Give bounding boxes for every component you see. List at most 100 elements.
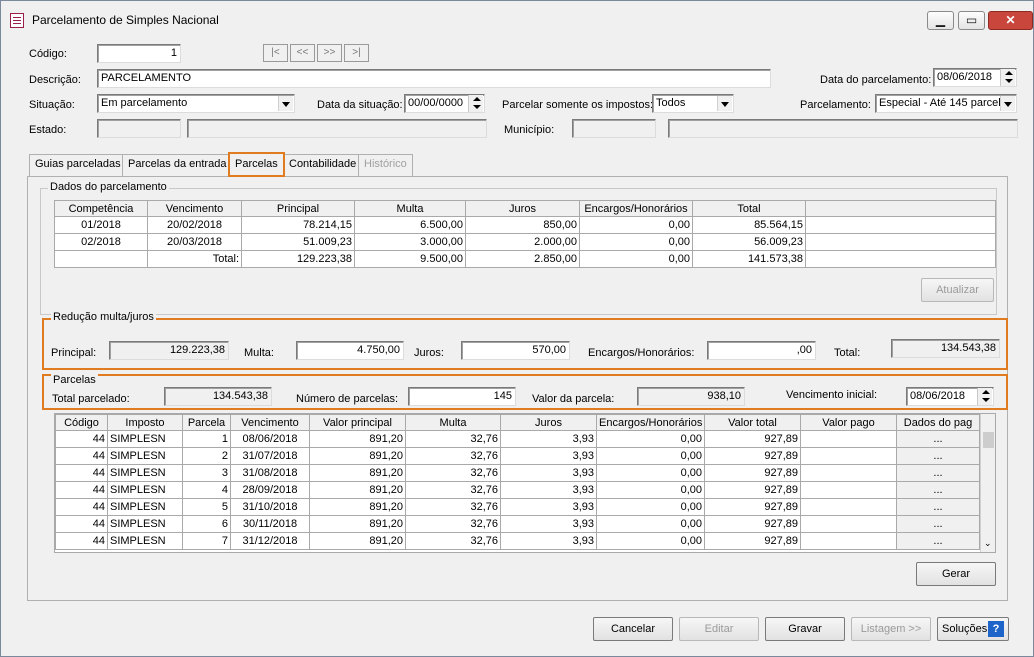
- date-spinner[interactable]: [468, 95, 483, 112]
- editar-button[interactable]: Editar: [679, 617, 759, 641]
- total-parcelado-field[interactable]: 134.543,38: [164, 387, 272, 406]
- tab-guias-parceladas[interactable]: Guias parceladas: [29, 154, 127, 176]
- municipio-label: Município:: [504, 124, 555, 136]
- chevron-down-icon[interactable]: [278, 96, 293, 111]
- valor-parcela-field[interactable]: 938,10: [637, 387, 745, 406]
- cancelar-button[interactable]: Cancelar: [593, 617, 673, 641]
- date-spinner[interactable]: [977, 388, 992, 405]
- table-cell[interactable]: 0,00: [579, 233, 693, 251]
- nav-prev-button[interactable]: <<: [290, 44, 315, 62]
- column-header: Juros: [465, 200, 580, 217]
- parcelamento-select[interactable]: Especial - Até 145 parcel: [875, 94, 1017, 113]
- tab-parcelas[interactable]: Parcelas: [228, 152, 285, 177]
- table-cell: 32,76: [405, 515, 501, 533]
- table-cell: 0,00: [596, 532, 705, 550]
- table-cell: 3,93: [500, 481, 597, 499]
- tab-contabilidade[interactable]: Contabilidade: [283, 154, 363, 176]
- table-cell[interactable]: 6.500,00: [354, 216, 466, 234]
- data-situacao-field[interactable]: 00/00/0000: [404, 94, 485, 113]
- column-header: Encargos/Honorários: [596, 414, 705, 431]
- table-cell: 44: [55, 532, 108, 550]
- table-cell: [800, 532, 897, 550]
- data-parcelamento-label: Data do parcelamento:: [820, 74, 932, 86]
- municipio-field[interactable]: [572, 119, 656, 138]
- municipio-nome-field[interactable]: [668, 119, 1018, 138]
- valor-parcela-label: Valor da parcela:: [532, 393, 615, 405]
- table-cell: 0,00: [596, 464, 705, 482]
- date-spinner[interactable]: [1000, 69, 1015, 86]
- table-row[interactable]: 44 SIMPLESN 4 28/09/2018 891,20 32,76 3,93 0,00…: [55, 481, 980, 499]
- codigo-field[interactable]: 1: [97, 44, 181, 63]
- table-row[interactable]: 44 SIMPLESN 7 31/12/2018 891,20 32,76 3,93 0,00…: [55, 532, 980, 550]
- data-parcelamento-field[interactable]: 08/06/2018: [933, 68, 1017, 87]
- table-row[interactable]: 44 SIMPLESN 5 31/10/2018 891,20 32,76 3,93 0,00…: [55, 498, 980, 516]
- estado-field[interactable]: [97, 119, 181, 138]
- nav-next-button[interactable]: >>: [317, 44, 342, 62]
- table-cell: 891,20: [309, 515, 406, 533]
- table-cell[interactable]: 0,00: [579, 216, 693, 234]
- chevron-down-icon[interactable]: ⌄: [984, 538, 992, 549]
- situacao-select[interactable]: Em parcelamento: [97, 94, 295, 113]
- table-row[interactable]: 44 SIMPLESN 6 30/11/2018 891,20 32,76 3,93 0,00…: [55, 515, 980, 533]
- table-row[interactable]: 44 SIMPLESN 3 31/08/2018 891,20 32,76 3,93 0,00…: [55, 464, 980, 482]
- reducao-principal-field[interactable]: 129.223,38: [109, 341, 229, 360]
- close-button[interactable]: ✕: [988, 11, 1033, 30]
- table-cell: 32,76: [405, 498, 501, 516]
- dados-pagamento-button[interactable]: ...: [896, 430, 980, 448]
- dados-parcelamento-table: Competência Vencimento Principal Multa Juros…: [54, 200, 996, 268]
- table-cell[interactable]: 2.000,00: [465, 233, 580, 251]
- table-cell[interactable]: 850,00: [465, 216, 580, 234]
- table-row: 01/2018 20/02/2018 78.214,15 6.500,00 850,00…: [54, 216, 996, 234]
- reducao-total-field[interactable]: 134.543,38: [891, 339, 1000, 358]
- nav-last-button[interactable]: >|: [344, 44, 369, 62]
- table-cell: 44: [55, 515, 108, 533]
- table-cell[interactable]: 3.000,00: [354, 233, 466, 251]
- situacao-value: Em parcelamento: [101, 97, 188, 109]
- dados-pagamento-button[interactable]: ...: [896, 515, 980, 533]
- title-bar: Parcelamento de Simples Nacional ▁ ▭ ✕: [1, 1, 1033, 37]
- table-row[interactable]: 44 SIMPLESN 1 08/06/2018 891,20 32,76 3,93 0,00…: [55, 430, 980, 448]
- reducao-encargos-field[interactable]: ,00: [707, 341, 816, 360]
- descricao-field[interactable]: PARCELAMENTO: [97, 69, 771, 88]
- parcelar-select[interactable]: Todos: [652, 94, 734, 113]
- gerar-button[interactable]: Gerar: [916, 562, 996, 586]
- table-cell: 20/02/2018: [147, 216, 242, 234]
- dados-pagamento-button[interactable]: ...: [896, 532, 980, 550]
- table-cell: 927,89: [704, 515, 801, 533]
- column-header: Dados do pag: [896, 414, 980, 431]
- chevron-down-icon[interactable]: [717, 96, 732, 111]
- grid-scrollbar[interactable]: ⌄: [980, 414, 995, 552]
- vencimento-inicial-field[interactable]: 08/06/2018: [906, 387, 994, 406]
- maximize-button[interactable]: ▭: [958, 11, 985, 30]
- reducao-juros-field[interactable]: 570,00: [461, 341, 570, 360]
- nav-first-button[interactable]: |<: [263, 44, 288, 62]
- atualizar-button[interactable]: Atualizar: [921, 278, 994, 302]
- listagem-button[interactable]: Listagem >>: [851, 617, 931, 641]
- table-cell: 44: [55, 430, 108, 448]
- dados-pagamento-button[interactable]: ...: [896, 498, 980, 516]
- chevron-down-icon[interactable]: [1000, 96, 1015, 111]
- document-icon: [10, 13, 24, 28]
- table-cell: 927,89: [704, 532, 801, 550]
- solucoes-button[interactable]: Soluções ?: [937, 617, 1009, 641]
- estado-nome-field[interactable]: [187, 119, 487, 138]
- dados-pagamento-button[interactable]: ...: [896, 481, 980, 499]
- column-header: Código: [55, 414, 108, 431]
- table-row: 02/2018 20/03/2018 51.009,23 3.000,00 2.000,…: [54, 233, 996, 251]
- table-cell: 20/03/2018: [147, 233, 242, 251]
- dados-pagamento-button[interactable]: ...: [896, 464, 980, 482]
- scrollbar-thumb[interactable]: [983, 432, 994, 448]
- tab-parcelas-entrada[interactable]: Parcelas da entrada: [122, 154, 233, 176]
- column-header: Total: [692, 200, 806, 217]
- gravar-button[interactable]: Gravar: [765, 617, 845, 641]
- numero-parcelas-field[interactable]: 145: [408, 387, 516, 406]
- dados-pagamento-button[interactable]: ...: [896, 447, 980, 465]
- reducao-multa-field[interactable]: 4.750,00: [296, 341, 404, 360]
- tab-historico[interactable]: Histórico: [358, 154, 413, 176]
- table-cell: 44: [55, 481, 108, 499]
- table-cell: [800, 481, 897, 499]
- parcelas-grid: Código Imposto Parcela Vencimento Valor prin…: [54, 413, 996, 553]
- minimize-button[interactable]: ▁: [927, 11, 954, 30]
- table-row[interactable]: 44 SIMPLESN 2 31/07/2018 891,20 32,76 3,93 0,00…: [55, 447, 980, 465]
- table-cell: 891,20: [309, 481, 406, 499]
